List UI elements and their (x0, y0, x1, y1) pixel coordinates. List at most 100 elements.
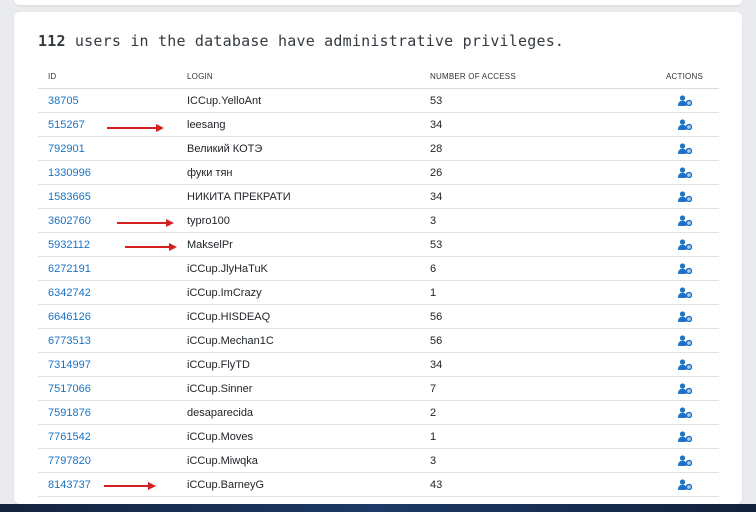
table-body: 38705 ICCup.YelloAnt 53 515267 leesang 34 7929… (38, 88, 719, 497)
user-login: iCCup.HISDEAQ (177, 304, 420, 329)
column-header-access[interactable]: NUMBER OF ACCESS (420, 64, 650, 89)
user-gear-icon[interactable] (677, 383, 692, 395)
user-id-cell: 7591876 (38, 400, 177, 425)
table-row: 7797820 iCCup.Miwqka 3 (38, 448, 719, 473)
user-gear-icon[interactable] (677, 479, 692, 491)
user-gear-icon[interactable] (677, 263, 692, 275)
user-id-link[interactable]: 6272191 (48, 263, 91, 275)
user-login: iCCup.Mechan1C (177, 328, 420, 353)
actions-cell (650, 352, 719, 377)
table-row: 6272191 iCCup.JlyHaTuK 6 (38, 256, 719, 281)
actions-cell (650, 160, 719, 185)
table-row: 6646126 iCCup.HISDEAQ 56 (38, 304, 719, 329)
user-gear-icon[interactable] (677, 143, 692, 155)
table-row: 38705 ICCup.YelloAnt 53 (38, 88, 719, 113)
user-id-link[interactable]: 8143737 (48, 479, 91, 491)
user-login: Великий КОТЭ (177, 136, 420, 161)
user-login: iCCup.ImCrazy (177, 280, 420, 305)
user-id-link[interactable]: 7517066 (48, 383, 91, 395)
actions-cell (650, 136, 719, 161)
user-id-link[interactable]: 6646126 (48, 311, 91, 323)
table-row: 792901 Великий КОТЭ 28 (38, 136, 719, 161)
user-gear-icon[interactable] (677, 239, 692, 251)
table-row: 6342742 iCCup.ImCrazy 1 (38, 280, 719, 305)
user-login: iCCup.FlyTD (177, 352, 420, 377)
table-row: 6773513 iCCup.Mechan1C 56 (38, 328, 719, 353)
access-count: 3 (420, 208, 650, 233)
user-gear-icon[interactable] (677, 407, 692, 419)
column-header-actions: ACTIONS (650, 64, 719, 89)
user-gear-icon[interactable] (677, 359, 692, 371)
access-count: 6 (420, 256, 650, 281)
table-row: 7517066 iCCup.Sinner 7 (38, 376, 719, 401)
user-gear-icon[interactable] (677, 455, 692, 467)
user-gear-icon[interactable] (677, 119, 692, 131)
user-id-cell: 792901 (38, 136, 177, 161)
user-id-link[interactable]: 7797820 (48, 455, 91, 467)
user-id-link[interactable]: 7591876 (48, 407, 91, 419)
actions-cell (650, 424, 719, 449)
user-gear-icon[interactable] (677, 431, 692, 443)
user-id-link[interactable]: 5932112 (48, 239, 90, 251)
actions-cell (650, 208, 719, 233)
actions-cell (650, 232, 719, 257)
actions-cell (650, 304, 719, 329)
access-count: 3 (420, 448, 650, 473)
user-gear-icon[interactable] (677, 215, 692, 227)
user-id-link[interactable]: 3602760 (48, 215, 91, 227)
user-id-cell: 38705 (38, 88, 177, 113)
column-header-id[interactable]: ID (38, 64, 177, 89)
column-header-login[interactable]: LOGIN (177, 64, 420, 89)
actions-cell (650, 256, 719, 281)
user-login: фуки тян (177, 160, 420, 185)
user-login: НИКИТА ПРЕКРАТИ (177, 184, 420, 209)
user-id-cell: 6646126 (38, 304, 177, 329)
user-id-link[interactable]: 1583665 (48, 191, 91, 203)
user-gear-icon[interactable] (677, 167, 692, 179)
user-gear-icon[interactable] (677, 311, 692, 323)
access-count: 43 (420, 472, 650, 497)
user-login: iCCup.Sinner (177, 376, 420, 401)
user-id-cell: 6272191 (38, 256, 177, 281)
red-arrow (117, 219, 174, 227)
user-id-link[interactable]: 6773513 (48, 335, 91, 347)
actions-cell (650, 184, 719, 209)
actions-cell (650, 376, 719, 401)
table-row: 1583665 НИКИТА ПРЕКРАТИ 34 (38, 184, 719, 209)
access-count: 53 (420, 88, 650, 113)
access-count: 28 (420, 136, 650, 161)
user-login: iCCup.BarneyG (177, 472, 420, 497)
user-id-link[interactable]: 38705 (48, 95, 79, 107)
actions-cell (650, 472, 719, 497)
admin-count-text: users in the database have administrativ… (65, 32, 565, 50)
user-id-link[interactable]: 7761542 (48, 431, 91, 443)
user-id-link[interactable]: 6342742 (48, 287, 91, 299)
admin-users-card: 112 users in the database have administr… (14, 12, 742, 504)
page-title: 112 users in the database have administr… (38, 32, 564, 50)
user-id-link[interactable]: 1330996 (48, 167, 91, 179)
access-count: 1 (420, 280, 650, 305)
user-id-cell: 7761542 (38, 424, 177, 449)
user-login: iCCup.Moves (177, 424, 420, 449)
access-count: 26 (420, 160, 650, 185)
red-arrow (107, 124, 164, 132)
access-count: 7 (420, 376, 650, 401)
actions-cell (650, 400, 719, 425)
user-id-link[interactable]: 792901 (48, 143, 85, 155)
user-id-cell: 6773513 (38, 328, 177, 353)
user-gear-icon[interactable] (677, 191, 692, 203)
user-id-link[interactable]: 7314997 (48, 359, 91, 371)
table-row: 7314997 iCCup.FlyTD 34 (38, 352, 719, 377)
user-id-link[interactable]: 515267 (48, 119, 85, 131)
user-login: ICCup.YelloAnt (177, 88, 420, 113)
user-gear-icon[interactable] (677, 335, 692, 347)
user-gear-icon[interactable] (677, 287, 692, 299)
user-login: typro100 (177, 208, 420, 233)
user-login: iCCup.JlyHaTuK (177, 256, 420, 281)
user-gear-icon[interactable] (677, 95, 692, 107)
access-count: 2 (420, 400, 650, 425)
user-id-cell: 7517066 (38, 376, 177, 401)
red-arrow (125, 243, 177, 251)
actions-cell (650, 448, 719, 473)
access-count: 56 (420, 328, 650, 353)
